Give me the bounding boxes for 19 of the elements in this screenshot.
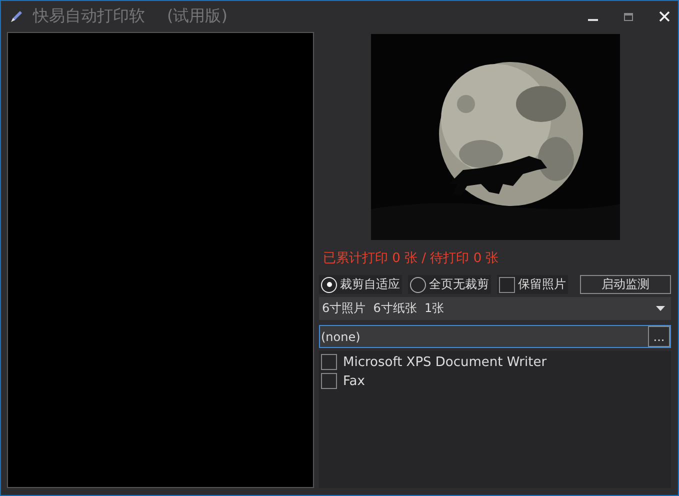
crop-option-radio[interactable]: 全页无裁剪 (408, 275, 491, 294)
start-monitor-button[interactable]: 启动监测 (580, 275, 671, 294)
crop-option-radio[interactable]: 裁剪自适应 (319, 275, 402, 294)
radio-circle-icon[interactable] (410, 276, 426, 292)
close-icon[interactable] (659, 11, 670, 22)
printer-checkbox[interactable]: Microsoft XPS Document Writer (321, 354, 547, 370)
edition-label: (试用版) (167, 6, 228, 27)
keep-photo-checkbox[interactable]: 保留照片 (497, 275, 568, 294)
printer-checkbox[interactable]: Fax (321, 373, 365, 389)
radio-label: 裁剪自适应 (340, 276, 400, 293)
print-counter: 已累计打印 0 张 / 待打印 0 张 (323, 250, 500, 267)
path-field[interactable]: (none) ... (319, 325, 671, 348)
dropdown-arrow-icon (656, 306, 665, 311)
browse-button[interactable]: ... (648, 326, 670, 347)
radio-label: 全页无裁剪 (429, 276, 489, 293)
size-dropdown[interactable]: 6寸照片 6寸纸张 1张 (319, 297, 671, 320)
maximize-icon[interactable] (624, 12, 633, 20)
window-title: 快易自动打印软 (33, 6, 145, 27)
pen-icon (9, 10, 23, 24)
